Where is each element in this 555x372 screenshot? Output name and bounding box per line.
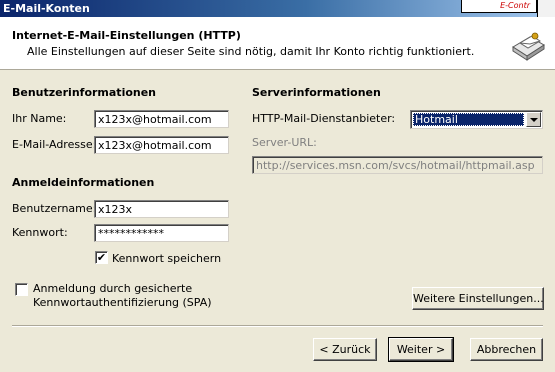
background-window-label: E-Contr [500, 1, 530, 10]
background-window-fragment: E-Contr [461, 0, 537, 13]
email-label: E-Mail-Adresse: [12, 138, 97, 151]
window-title: E-Mail-Konten [3, 2, 90, 15]
provider-label: HTTP-Mail-Dienstanbieter: [252, 112, 396, 125]
spa-label-line2[interactable]: Kennwortauthentifizierung (SPA) [33, 296, 212, 309]
spa-checkbox[interactable] [15, 283, 28, 296]
chevron-down-icon[interactable] [526, 112, 541, 127]
wizard-header: Internet-E-Mail-Einstellungen (HTTP) All… [0, 17, 555, 70]
provider-selected-value: Hotmail [413, 113, 524, 126]
page-title: Internet-E-Mail-Einstellungen (HTTP) [12, 29, 241, 42]
cancel-button[interactable]: Abbrechen [470, 338, 543, 361]
name-label: Ihr Name: [12, 112, 67, 125]
spa-label-line1[interactable]: Anmeldung durch gesicherte [33, 282, 192, 295]
save-password-label[interactable]: Kennwort speichern [112, 252, 221, 265]
page-subtitle: Alle Einstellungen auf dieser Seite sind… [27, 45, 475, 58]
envelope-card-icon [512, 32, 545, 61]
back-button[interactable]: < Zurück [313, 338, 377, 361]
username-label: Benutzername: [12, 202, 97, 215]
next-button[interactable]: Weiter > [388, 337, 454, 362]
email-field[interactable]: x123x@hotmail.com [94, 136, 229, 154]
server-info-heading: Serverinformationen [252, 86, 381, 99]
password-label: Kennwort: [12, 226, 68, 239]
server-url-label: Server-URL: [252, 136, 317, 149]
divider [12, 325, 543, 327]
provider-select[interactable]: Hotmail [410, 110, 543, 129]
user-info-heading: Benutzerinformationen [12, 86, 157, 99]
server-url-field: http://services.msn.com/svcs/hotmail/htt… [252, 156, 543, 174]
name-field[interactable]: x123x@hotmail.com [94, 110, 229, 128]
password-field[interactable]: ************ [94, 224, 229, 242]
username-field[interactable]: x123x [94, 200, 229, 218]
save-password-checkbox[interactable]: ✔ [95, 251, 108, 264]
login-info-heading: Anmeldeinformationen [12, 176, 155, 189]
more-settings-button[interactable]: Weitere Einstellungen... [412, 287, 544, 310]
